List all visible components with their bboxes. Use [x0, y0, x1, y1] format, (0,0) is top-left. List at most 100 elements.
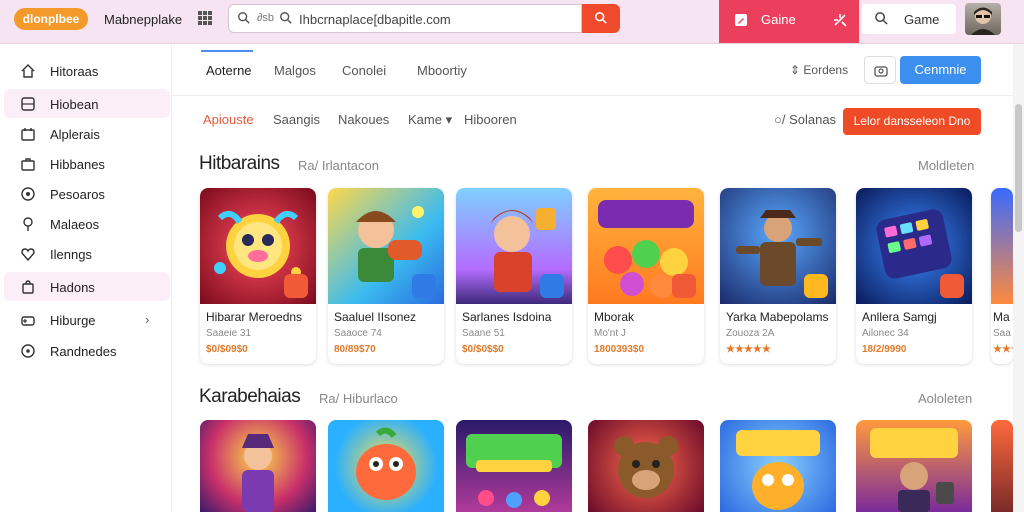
- sidebar-item-label: Randnedes: [50, 344, 117, 359]
- sidebar-item-label: Hadons: [50, 280, 95, 295]
- sidebar-item-target[interactable]: Randnedes: [4, 336, 170, 365]
- scrollbar[interactable]: [1013, 44, 1024, 512]
- apps-grid-icon[interactable]: [198, 11, 212, 25]
- game-meta: Saane 51: [462, 328, 505, 339]
- editors-link[interactable]: ⇕ Eordens: [790, 63, 848, 77]
- top-tabs: Aoterne Malgos Conolei Mboortiy: [172, 44, 1024, 96]
- game-card[interactable]: Sarlanes Isdoina Saane 51 $0/$0$$0: [456, 188, 572, 364]
- search-icon: [594, 11, 607, 24]
- sidebar-item-home[interactable]: Hitoraas: [4, 56, 170, 85]
- bag-icon: [22, 280, 34, 294]
- circle-icon: [21, 187, 35, 201]
- section-more-link[interactable]: Moldleten: [918, 158, 974, 173]
- game-thumbnail[interactable]: [991, 420, 1013, 512]
- sidebar-item-gamepad[interactable]: Hiburge ›: [4, 305, 170, 334]
- grid-icon: [21, 97, 35, 111]
- game-card[interactable]: Anllera Samgj Ailonec 34 18/2/9990: [856, 188, 972, 364]
- package-button[interactable]: [864, 56, 896, 84]
- sidebar-item-label: Hiobean: [50, 97, 99, 112]
- avatar[interactable]: [965, 3, 1001, 35]
- sidebar-item-heart[interactable]: Ilenngs: [4, 239, 170, 268]
- section-title: Hitbarains: [199, 153, 280, 174]
- game-meta: Saa: [993, 328, 1011, 339]
- game-thumbnail[interactable]: [720, 420, 836, 512]
- sidebar-item-briefcase[interactable]: Hibbanes: [4, 149, 170, 178]
- chevron-right-icon[interactable]: ›: [145, 312, 149, 327]
- cta-button[interactable]: Lelor dansseleon Dno: [843, 108, 981, 135]
- top-bar: dlonplbee Mabnepplake ∂sb Gaine Game: [0, 0, 1024, 44]
- sidebar-item-label: Malaeos: [50, 217, 100, 232]
- sidebar-item-apps[interactable]: Alplerais: [4, 119, 170, 148]
- game-meta: Ailonec 34: [862, 328, 909, 339]
- section-more-link[interactable]: Aololeten: [918, 391, 972, 406]
- game-card[interactable]: Yarka Mabepolams Zouoza 2A ★★★★★: [720, 188, 836, 364]
- apps-icon: [21, 128, 35, 141]
- search-button[interactable]: [582, 4, 620, 33]
- game-title: Sarlanes Isdoina: [462, 310, 552, 324]
- continue-label: Cenmnie: [914, 62, 967, 77]
- sidebar-item-circle[interactable]: Pesoaros: [4, 179, 170, 208]
- sidebar-item-label: Hitoraas: [50, 64, 99, 79]
- subtab-0[interactable]: Apiouste: [203, 112, 254, 127]
- sidebar: Hitoraas Hiobean Alplerais Hibbanes Peso…: [0, 44, 172, 512]
- briefcase-icon: [21, 158, 35, 171]
- game-card[interactable]: Saaluel IIsonez Saaoce 74 80/89$70: [328, 188, 444, 364]
- editors-label: Eordens: [803, 63, 849, 77]
- game-rating: $0/$09$0: [206, 344, 248, 355]
- sidebar-item-label: Hibbanes: [50, 157, 105, 172]
- game-rating: ★★★: [993, 344, 1013, 355]
- continue-button[interactable]: Cenmnie: [900, 56, 981, 84]
- game-title: Yarka Mabepolams: [726, 310, 829, 324]
- search-icon: [238, 12, 250, 24]
- subtab-4[interactable]: Hibooren: [464, 112, 517, 127]
- tab-3[interactable]: Mboortiy: [417, 63, 467, 78]
- game-button[interactable]: Gaine: [719, 0, 859, 43]
- game-button-label: Gaine: [761, 12, 796, 27]
- game-thumbnail[interactable]: [588, 420, 704, 512]
- game-thumbnail[interactable]: [200, 420, 316, 512]
- sidebar-item-active[interactable]: Hiobean: [4, 89, 170, 118]
- game-card-partial[interactable]: Ma Saa ★★★: [991, 188, 1013, 364]
- package-icon: [874, 66, 888, 77]
- brand-name: Mabnepplake: [104, 12, 183, 27]
- gamepad-icon: [21, 316, 35, 326]
- game-thumbnail[interactable]: [856, 420, 972, 512]
- game-meta: Zouoza 2A: [726, 328, 775, 339]
- subtab-1[interactable]: Saangis: [273, 112, 320, 127]
- scrollbar-thumb[interactable]: [1015, 104, 1022, 232]
- game-rating: $0/$0$$0: [462, 344, 504, 355]
- search-scope[interactable]: ∂sb: [257, 12, 274, 24]
- search-icon: [280, 12, 292, 24]
- logo[interactable]: dlonplbee: [14, 8, 88, 30]
- sidebar-item-label: Hiburge: [50, 313, 96, 328]
- sidebar-item-label: Pesoaros: [50, 187, 105, 202]
- game-title: Hibarar Meroedns: [206, 310, 303, 324]
- game-card[interactable]: Hibarar Meroedns Saaeie 31 $0/$09$0: [200, 188, 316, 364]
- game-card[interactable]: Mborak Mo'nt J 1800393$0: [588, 188, 704, 364]
- active-tab-indicator: [201, 50, 253, 52]
- heart-icon: [21, 248, 35, 262]
- tab-2[interactable]: Conolei: [342, 63, 386, 78]
- tab-0[interactable]: Aoterne: [206, 63, 252, 78]
- search-input[interactable]: [299, 9, 569, 29]
- subtab-dropdown[interactable]: Kame ▾: [408, 112, 452, 128]
- sidebar-item-label: Alplerais: [50, 127, 100, 142]
- game-thumbnail[interactable]: [456, 420, 572, 512]
- sparkle-icon: [834, 14, 847, 27]
- subtab-2[interactable]: Nakoues: [338, 112, 389, 127]
- target-icon: [21, 344, 35, 358]
- search-bar[interactable]: ∂sb: [228, 4, 582, 33]
- game-thumbnail: [991, 188, 1013, 304]
- game-thumbnail[interactable]: [328, 420, 444, 512]
- section-subtitle: Ra/ Hiburlaco: [319, 391, 398, 406]
- section-subtitle: Ra/ Irlantacon: [298, 158, 379, 173]
- search-icon: [875, 12, 888, 25]
- sidebar-item-bag[interactable]: Hadons: [4, 272, 170, 301]
- store-badge-icon: [940, 274, 964, 298]
- sidebar-item-pin[interactable]: Malaeos: [4, 209, 170, 238]
- game-rating: ★★★★★: [726, 344, 771, 355]
- sidebar-item-label: Ilenngs: [50, 247, 92, 262]
- game-search-button[interactable]: Game: [862, 4, 956, 34]
- tab-1[interactable]: Malgos: [274, 63, 316, 78]
- solanas-link[interactable]: ○/ Solanas: [774, 112, 836, 127]
